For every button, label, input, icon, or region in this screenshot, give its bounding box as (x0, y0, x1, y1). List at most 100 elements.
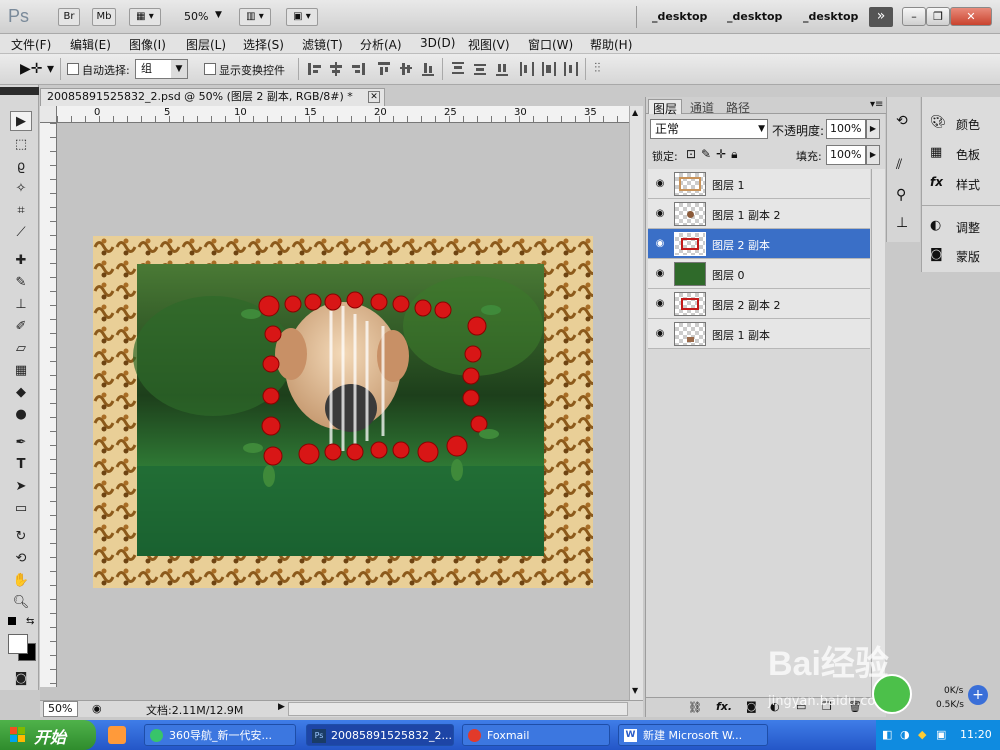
status-menu-icon[interactable]: ▶ (278, 702, 285, 712)
horizontal-ruler[interactable]: 0 5 10 15 20 25 30 35 (57, 106, 629, 123)
start-button[interactable]: 开始 (0, 720, 96, 750)
color-panel-label[interactable]: 颜色 (956, 116, 980, 138)
panel-menu-icon[interactable]: ▾≡ (870, 99, 883, 110)
auto-align-icon[interactable]: ⫶⫶ (594, 61, 601, 76)
tab-channels[interactable]: 通道 (686, 99, 718, 115)
styles-panel-icon[interactable]: fx (930, 175, 943, 189)
3d-rotate-tool-icon[interactable]: ↻ (10, 527, 32, 547)
horizontal-scrollbar[interactable] (288, 702, 628, 716)
dodge-tool-icon[interactable]: ● (10, 405, 32, 425)
add-icon[interactable]: + (968, 685, 988, 705)
link-layers-icon[interactable]: ⛓ (688, 701, 702, 714)
more-workspaces-button[interactable]: » (869, 7, 893, 27)
menu-analysis[interactable]: 分析(A) (360, 36, 402, 53)
scroll-up-icon[interactable]: ▲ (632, 108, 638, 117)
opacity-slider-icon[interactable]: ▶ (866, 119, 880, 139)
layers-scrollbar[interactable] (871, 169, 885, 699)
tool-presets-panel-icon[interactable]: ⊥ (896, 215, 908, 231)
crop-tool-icon[interactable]: ⌗ (10, 201, 32, 221)
security-tray-icon[interactable]: ◆ (918, 728, 926, 741)
workspace-1[interactable]: _desktop (652, 10, 707, 23)
eraser-tool-icon[interactable]: ▱ (10, 339, 32, 359)
ime-tray-icon[interactable]: ▣ (936, 728, 946, 741)
zoom-dropdown-icon[interactable]: ▼ (215, 10, 222, 20)
layer-row[interactable]: ◉ 图层 2 副本 2 (648, 289, 870, 319)
workspace-3[interactable]: _desktop (803, 10, 858, 23)
move-tool-preset-icon[interactable]: ▶✛ ▾ (20, 61, 54, 77)
shape-tool-icon[interactable]: ▭ (10, 499, 32, 519)
minibridge-button[interactable]: Mb (92, 8, 116, 26)
layer-row[interactable]: ◉ 图层 1 副本 2 (648, 199, 870, 229)
brush-tool-icon[interactable]: ✎ (10, 273, 32, 293)
menu-3d[interactable]: 3D(D) (420, 36, 455, 50)
history-panel-icon[interactable]: ⟲ (896, 113, 908, 129)
hand-tool-icon[interactable]: ✋ (10, 571, 32, 591)
blend-mode-dropdown[interactable]: 正常 ▼ (650, 119, 768, 139)
menu-filter[interactable]: 滤镜(T) (302, 36, 343, 53)
tab-paths[interactable]: 路径 (722, 99, 754, 115)
layer-row-selected[interactable]: ◉ 图层 2 副本 (648, 229, 870, 259)
show-transform-checkbox[interactable] (204, 63, 216, 75)
layer-row[interactable]: ◉ 图层 0 (648, 259, 870, 289)
fill-input[interactable]: 100% (826, 145, 866, 165)
taskbar-item[interactable]: Foxmail (462, 724, 610, 746)
move-tool-icon[interactable]: ▶ (10, 111, 32, 131)
menu-select[interactable]: 选择(S) (243, 36, 284, 53)
default-colors-icon[interactable] (8, 617, 16, 625)
auto-select-dropdown[interactable]: 组 ▼ (135, 59, 188, 79)
color-panel-icon[interactable]: 🎨︎ (930, 115, 947, 130)
menu-image[interactable]: 图像(I) (129, 36, 166, 53)
layer-row[interactable]: ◉ 图层 1 (648, 169, 870, 199)
menu-window[interactable]: 窗口(W) (528, 36, 573, 53)
tools-panel-header[interactable] (0, 87, 39, 95)
clone-source-panel-icon[interactable]: ⚲ (896, 187, 906, 203)
vertical-scrollbar[interactable]: ▲ ▼ (629, 106, 643, 700)
menu-help[interactable]: 帮助(H) (590, 36, 632, 53)
workspace-2[interactable]: _desktop (727, 10, 782, 23)
lasso-tool-icon[interactable]: ϱ (10, 157, 32, 177)
auto-select-checkbox[interactable] (67, 63, 79, 75)
eye-icon[interactable]: ◉ (653, 297, 667, 311)
masks-panel-icon[interactable]: ◙ (930, 247, 943, 262)
clone-stamp-tool-icon[interactable]: ⊥ (10, 295, 32, 315)
brush-presets-panel-icon[interactable]: ⫽ (896, 157, 902, 173)
gradient-tool-icon[interactable]: ▦ (10, 361, 32, 381)
status-info-icon[interactable]: ◉ (92, 702, 102, 715)
type-tool-icon[interactable]: T (10, 455, 32, 475)
menu-layer[interactable]: 图层(L) (186, 36, 226, 53)
swatches-panel-label[interactable]: 色板 (956, 146, 980, 168)
menu-file[interactable]: 文件(F) (11, 36, 51, 53)
align-buttons-icon[interactable] (306, 60, 436, 78)
eyedropper-tool-icon[interactable]: ⟋ (10, 223, 32, 243)
styles-panel-label[interactable]: 样式 (956, 176, 980, 198)
tab-layers[interactable]: 图层 (648, 99, 683, 116)
close-icon[interactable]: ✕ (950, 7, 992, 26)
quick-selection-tool-icon[interactable]: ✧ (10, 179, 32, 199)
volume-tray-icon[interactable]: ◑ (900, 728, 910, 741)
quick-launch-icon[interactable] (108, 726, 126, 744)
quick-mask-icon[interactable]: ◙ (10, 669, 32, 689)
scroll-down-icon[interactable]: ▼ (632, 686, 638, 695)
screen-mode-button[interactable]: ▣ ▾ (286, 8, 318, 26)
swatches-panel-icon[interactable]: ▦ (930, 145, 942, 160)
adjustments-panel-icon[interactable]: ◐ (930, 218, 941, 233)
adjustments-panel-label[interactable]: 调整 (956, 219, 980, 241)
healing-brush-tool-icon[interactable]: ✚ (10, 251, 32, 271)
taskbar-item[interactable]: W 新建 Microsoft W... (618, 724, 768, 746)
marquee-tool-icon[interactable]: ⬚ (10, 135, 32, 155)
layer-row[interactable]: ◉ 图层 1 副本 (648, 319, 870, 349)
network-monitor-widget[interactable] (872, 674, 912, 714)
zoom-level[interactable]: 50% (184, 10, 208, 23)
foreground-color-swatch[interactable] (8, 634, 28, 654)
vertical-ruler[interactable] (40, 123, 57, 687)
network-tray-icon[interactable]: ◧ (882, 728, 892, 741)
arrange-documents-button[interactable]: ▥ ▾ (239, 8, 271, 26)
menu-view[interactable]: 视图(V) (468, 36, 510, 53)
eye-icon[interactable]: ◉ (653, 177, 667, 191)
lock-icons[interactable]: ⊡✎✛🔒︎ (686, 147, 743, 162)
eye-icon[interactable]: ◉ (653, 327, 667, 341)
fill-slider-icon[interactable]: ▶ (866, 145, 880, 165)
masks-panel-label[interactable]: 蒙版 (956, 248, 980, 270)
distribute-buttons-icon[interactable] (450, 60, 582, 78)
zoom-status-field[interactable]: 50% (43, 701, 78, 717)
